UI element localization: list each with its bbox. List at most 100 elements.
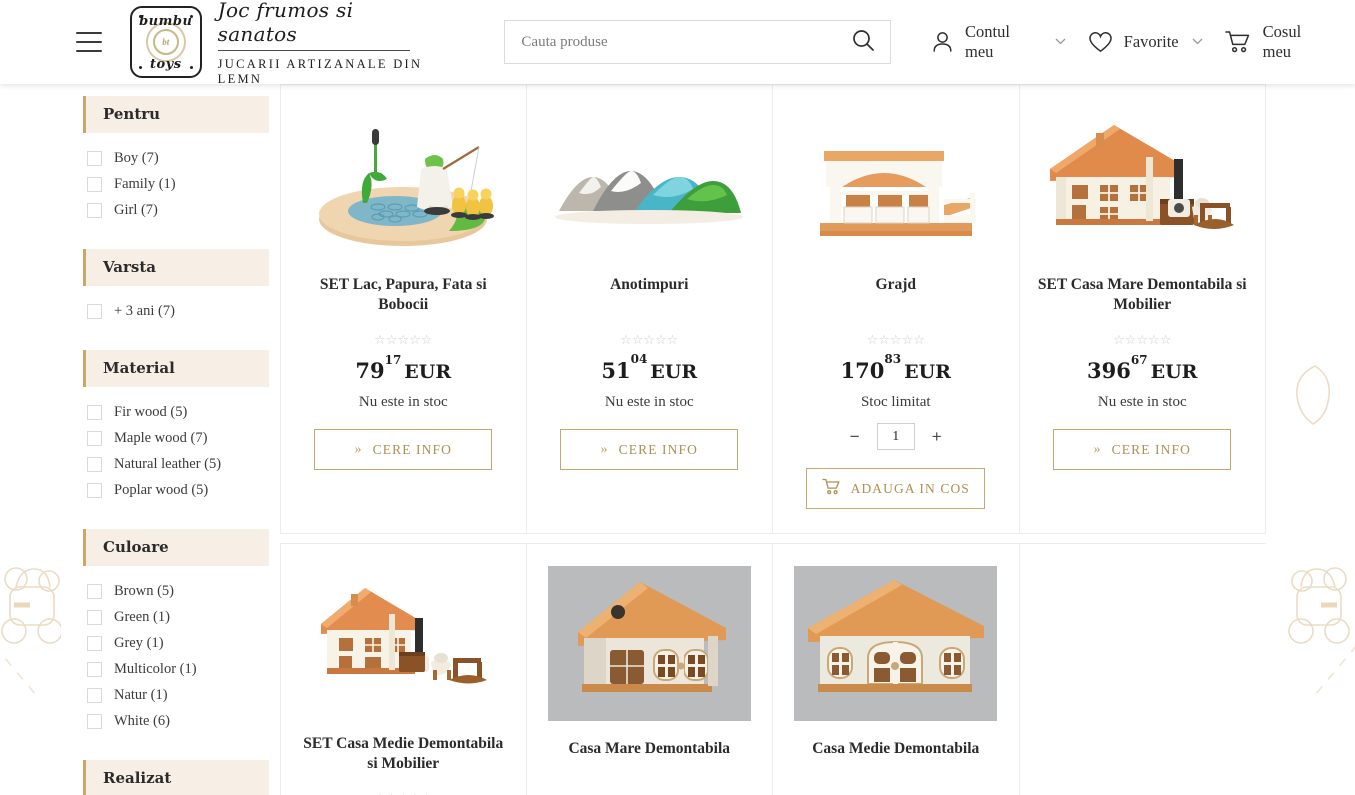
filter-options-varsta: + 3 ani (7) <box>87 298 269 324</box>
nav-label-cart: Cosul meu <box>1262 22 1302 61</box>
nav-item-favorites[interactable]: Favorite <box>1088 31 1203 54</box>
filter-option[interactable]: Brown (5) <box>87 578 269 604</box>
price-decimal: 83 <box>884 352 902 367</box>
search-bar <box>504 20 892 64</box>
cta-label: CERE INFO <box>1111 441 1191 457</box>
filter-option[interactable]: Fir wood (5) <box>87 399 269 425</box>
product-card[interactable]: SET Casa Medie Demontabila si Mobilier ☆… <box>280 544 527 795</box>
filter-options-material: Fir wood (5) Maple wood (7) Natural leat… <box>87 399 269 503</box>
filter-option[interactable]: Girl (7) <box>87 197 269 223</box>
search-input[interactable] <box>505 21 837 63</box>
price-decimal: 17 <box>384 352 402 367</box>
cere-info-button[interactable]: » CERE INFO <box>314 429 493 471</box>
logo-word-top: bumbu <box>139 14 193 29</box>
filter-option[interactable]: Grey (1) <box>87 630 269 656</box>
logo-mark: bumbu bt toys <box>129 6 202 78</box>
filter-option[interactable]: White (6) <box>87 708 269 734</box>
product-card[interactable]: Casa Medie Demontabila ☆☆☆☆☆ <box>773 544 1020 795</box>
filter-option[interactable]: Natur (1) <box>87 682 269 708</box>
product-card[interactable]: Grajd ☆☆☆☆☆ 17083EUR Stoc limitat − 1 + <box>773 84 1020 533</box>
checkbox[interactable] <box>87 303 102 319</box>
tagline-script: Joc frumos si sanatos <box>217 0 410 51</box>
user-icon <box>931 30 954 54</box>
add-to-cart-button[interactable]: ADAUGA IN COS <box>806 468 986 509</box>
quantity-increase-button[interactable]: + <box>927 425 947 449</box>
stock-status: Nu este in stoc <box>358 394 448 411</box>
filter-option-label: Girl (7) <box>114 201 158 218</box>
checkbox[interactable] <box>87 609 102 625</box>
quantity-value[interactable]: 1 <box>876 423 915 450</box>
product-card[interactable]: SET Casa Mare Demontabila si Mobilier ☆☆… <box>1019 84 1266 533</box>
filter-option-label: Family (1) <box>114 175 176 192</box>
cere-info-button[interactable]: » CERE INFO <box>560 429 739 470</box>
product-grid: SET Lac, Papura, Fata si Bobocii ☆☆☆☆☆ 7… <box>280 84 1266 795</box>
checkbox[interactable] <box>87 176 102 192</box>
double-chevron-icon: » <box>354 441 363 457</box>
filter-option[interactable]: Green (1) <box>87 604 269 630</box>
stock-status: Nu este in stoc <box>1097 394 1187 411</box>
chevron-down-icon-account[interactable] <box>1055 36 1066 48</box>
product-card[interactable]: Anotimpuri ☆☆☆☆☆ 5104EUR Nu este in stoc… <box>526 84 773 533</box>
hamburger-menu-icon[interactable] <box>76 32 102 52</box>
stock-status: Stoc limitat <box>860 394 931 410</box>
quantity-decrease-button[interactable]: − <box>845 425 865 449</box>
product-card[interactable]: Casa Mare Demontabila ☆☆☆☆☆ <box>527 544 773 795</box>
filter-option[interactable]: Natural leather (5) <box>87 451 269 477</box>
filter-option[interactable]: Family (1) <box>87 171 269 197</box>
checkbox[interactable] <box>87 687 102 703</box>
product-card[interactable]: SET Lac, Papura, Fata si Bobocii ☆☆☆☆☆ 7… <box>280 84 527 533</box>
nav-item-cart[interactable]: Cosul meu <box>1224 22 1333 62</box>
nav-item-account[interactable]: Contul meu <box>931 22 1066 62</box>
heart-icon <box>1088 31 1113 54</box>
product-price: 39667EUR <box>1087 353 1198 384</box>
filter-option-label: Maple wood (7) <box>114 429 208 446</box>
checkbox[interactable] <box>87 404 102 420</box>
filter-option[interactable]: Poplar wood (5) <box>87 477 269 503</box>
checkbox[interactable] <box>87 583 102 599</box>
stock-status: Nu este in stoc <box>604 394 694 410</box>
filter-option[interactable]: Multicolor (1) <box>87 656 269 682</box>
filter-option[interactable]: Maple wood (7) <box>87 425 269 451</box>
product-title: Casa Medie Demontabila <box>812 740 980 757</box>
filter-option[interactable]: Boy (7) <box>87 145 269 171</box>
cta-label: CERE INFO <box>618 441 698 457</box>
product-image-lake-set <box>303 107 503 257</box>
price-currency: EUR <box>1150 361 1198 384</box>
checkbox[interactable] <box>87 150 102 166</box>
checkbox[interactable] <box>87 202 102 218</box>
product-image-seasons <box>549 107 749 257</box>
checkbox[interactable] <box>87 482 102 498</box>
product-title: Grajd <box>875 276 916 293</box>
cere-info-button[interactable]: » CERE INFO <box>1053 429 1232 471</box>
checkbox[interactable] <box>87 456 102 472</box>
product-title: Anotimpuri <box>610 276 689 293</box>
filter-option-label: Green (1) <box>114 608 170 625</box>
filter-option-label: Poplar wood (5) <box>114 481 209 498</box>
filter-title-pentru: Pentru <box>83 96 269 133</box>
checkbox[interactable] <box>87 661 102 677</box>
filter-option-label: Brown (5) <box>114 582 175 599</box>
page-content: Pentru Boy (7) Family (1) Girl (7) Varst… <box>0 84 1355 795</box>
filter-option-label: Natural leather (5) <box>114 455 222 472</box>
product-title: SET Casa Mare Demontabila si Mobilier <box>1037 276 1247 314</box>
rating-stars: ☆☆☆☆☆ <box>620 333 679 348</box>
filter-option[interactable]: + 3 ani (7) <box>87 298 269 324</box>
chevron-down-icon-favorites[interactable] <box>1192 36 1203 48</box>
price-integer: 396 <box>1087 358 1131 384</box>
search-button[interactable] <box>836 21 890 63</box>
logo-monogram: bt <box>152 29 179 55</box>
price-integer: 51 <box>601 358 631 383</box>
filter-options-culoare: Brown (5) Green (1) Grey (1) Multicolor … <box>87 578 269 734</box>
price-currency: EUR <box>404 361 452 384</box>
filter-sidebar: Pentru Boy (7) Family (1) Girl (7) Varst… <box>83 96 269 795</box>
filter-section-pentru: Pentru Boy (7) Family (1) Girl (7) <box>83 96 269 223</box>
checkbox[interactable] <box>87 713 102 729</box>
checkbox[interactable] <box>87 635 102 651</box>
price-currency: EUR <box>904 361 951 383</box>
rating-stars: ☆☆☆☆☆ <box>866 333 925 348</box>
filter-title-material: Material <box>83 350 269 387</box>
product-price: 17083EUR <box>841 352 951 383</box>
brand-logo[interactable]: bumbu bt toys Joc frumos si sanatos JUCA… <box>129 0 472 87</box>
checkbox[interactable] <box>87 430 102 446</box>
rating-stars: ☆☆☆☆☆ <box>374 333 433 349</box>
